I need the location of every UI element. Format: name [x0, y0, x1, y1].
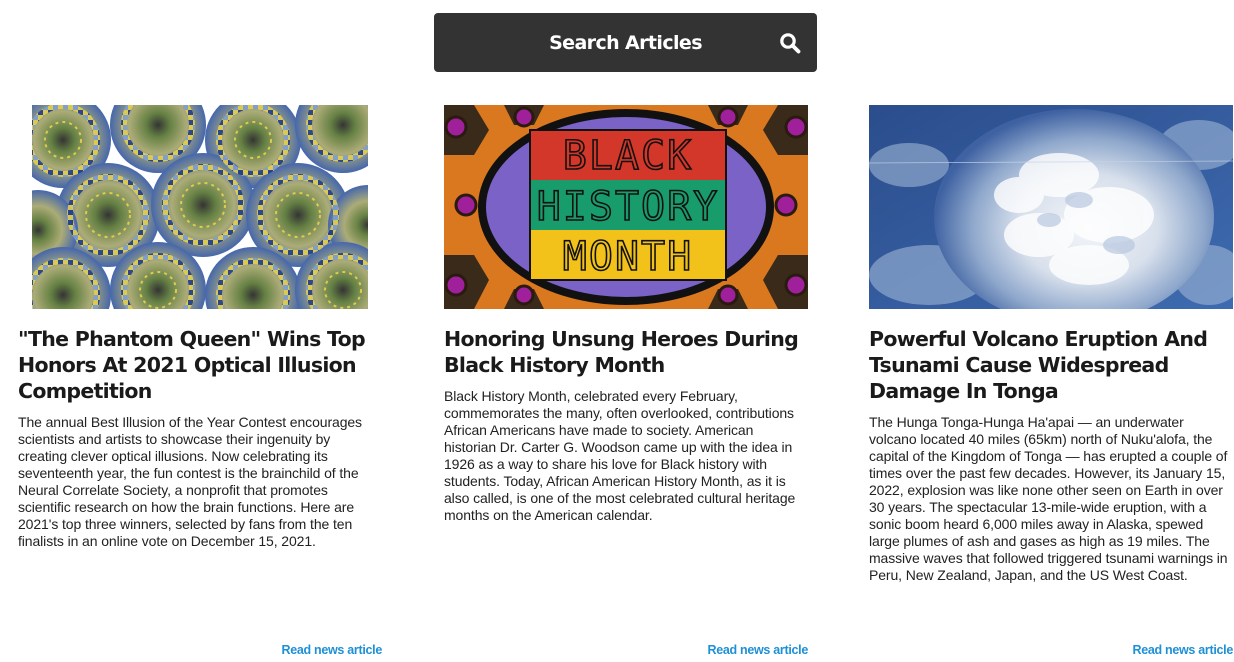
search-articles-button[interactable]: Search Articles — [434, 13, 817, 72]
article-card-tonga-volcano: Powerful Volcano Eruption And Tsunami Ca… — [869, 105, 1233, 662]
article-card-black-history: BLACK HISTORY MONTH Honoring Unsung Hero… — [444, 105, 808, 662]
volcano-satellite-picture — [869, 105, 1233, 309]
search-articles-label: Search Articles — [549, 31, 702, 54]
article-title[interactable]: Honoring Unsung Heroes During Black Hist… — [444, 326, 808, 378]
image-text-black: BLACK — [563, 133, 693, 179]
image-text-month: MONTH — [563, 234, 693, 280]
article-summary: Black History Month, celebrated every Fe… — [444, 388, 796, 523]
read-news-article-link[interactable]: Read news article — [1132, 643, 1233, 657]
read-news-article-link[interactable]: Read news article — [707, 643, 808, 657]
search-icon — [780, 33, 801, 54]
black-history-month-picture: BLACK HISTORY MONTH — [444, 105, 808, 309]
read-news-article-link[interactable]: Read news article — [281, 643, 382, 657]
article-title[interactable]: Powerful Volcano Eruption And Tsunami Ca… — [869, 326, 1233, 404]
volcano-satellite-image[interactable] — [869, 105, 1233, 309]
article-summary: The annual Best Illusion of the Year Con… — [18, 414, 362, 549]
article-card-optical-illusion: "The Phantom Queen" Wins Top Honors At 2… — [18, 105, 382, 662]
black-history-month-image[interactable]: BLACK HISTORY MONTH — [444, 105, 808, 309]
optical-illusion-image[interactable] — [18, 105, 382, 309]
article-summary: The Hunga Tonga-Hunga Ha'apai — an under… — [869, 414, 1228, 583]
optical-illusion-picture — [18, 105, 382, 309]
image-text-history: HISTORY — [537, 184, 720, 230]
article-title[interactable]: "The Phantom Queen" Wins Top Honors At 2… — [18, 326, 382, 404]
